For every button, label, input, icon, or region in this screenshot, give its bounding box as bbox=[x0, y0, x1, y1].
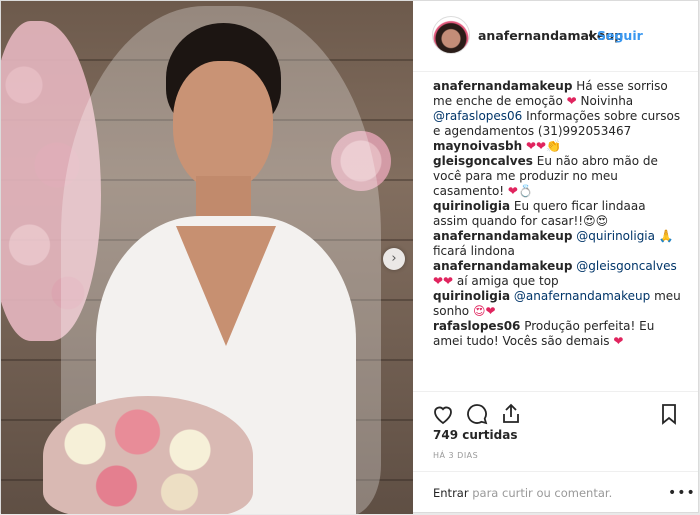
comment-item: maynoivasbh ❤❤👏 bbox=[433, 139, 683, 154]
comment-composer: Entrar para curtir ou comentar. ••• bbox=[413, 471, 698, 515]
separator-dot: • bbox=[587, 28, 595, 43]
login-link[interactable]: Entrar bbox=[433, 486, 469, 500]
comment-text: 👏 bbox=[546, 139, 562, 153]
likes-count[interactable]: 749 curtidas bbox=[433, 428, 517, 442]
comment-item: gleisgoncalves Eu não abro mão de você p… bbox=[433, 154, 683, 199]
more-options-icon[interactable]: ••• bbox=[668, 485, 696, 501]
comment-item: anafernandamakeup @gleisgoncalves ❤❤ aí … bbox=[433, 259, 683, 289]
comment-username[interactable]: rafaslopes06 bbox=[433, 319, 520, 333]
comment-username[interactable]: maynoivasbh bbox=[433, 139, 522, 153]
comment-item: anafernandamakeup @quirinoligia 🙏 ficará… bbox=[433, 229, 683, 259]
composer-prompt: Entrar para curtir ou comentar. bbox=[433, 486, 612, 500]
comment-username[interactable]: anafernandamakeup bbox=[433, 79, 572, 93]
comment-mention[interactable]: @rafaslopes06 bbox=[433, 109, 522, 123]
avatar[interactable] bbox=[432, 16, 470, 54]
comment-username[interactable]: gleisgoncalves bbox=[433, 154, 533, 168]
bookmark-icon[interactable] bbox=[657, 402, 681, 426]
heart-emoji: ❤ bbox=[566, 94, 577, 108]
comment-username[interactable]: anafernandamakeup bbox=[433, 259, 572, 273]
post-photo[interactable]: › bbox=[1, 1, 413, 514]
comment-username[interactable]: quirinoligia bbox=[433, 199, 510, 213]
follow-button[interactable]: Seguir bbox=[597, 28, 643, 43]
comment-text: aí amiga que top bbox=[453, 274, 559, 288]
comment-mention[interactable]: @quirinoligia bbox=[576, 229, 655, 243]
heart-emoji: ❤❤ bbox=[433, 274, 454, 288]
comments-list: anafernandamakeup Há esse sorriso me enc… bbox=[433, 79, 683, 349]
post-timestamp[interactable]: HÁ 3 DIAS bbox=[433, 451, 478, 460]
comment-text: 😍😍 bbox=[583, 214, 609, 228]
comment-mention[interactable]: @gleisgoncalves bbox=[576, 259, 677, 273]
comment-text: 💍 bbox=[517, 184, 533, 198]
comment-item: anafernandamakeup Há esse sorriso me enc… bbox=[433, 79, 683, 139]
instagram-post: › anafernandamakeup • Seguir anafernanda… bbox=[0, 0, 699, 514]
comment-username[interactable]: quirinoligia bbox=[433, 289, 510, 303]
heart-icon[interactable] bbox=[431, 402, 455, 426]
post-header: anafernandamakeup • Seguir bbox=[413, 1, 698, 72]
comment-text: Noivinha bbox=[576, 94, 634, 108]
comment-item: quirinoligia @anafernandamakeup meu sonh… bbox=[433, 289, 683, 319]
comment-item: rafaslopes06 Produção perfeita! Eu amei … bbox=[433, 319, 683, 349]
heart-emoji: 😍❤ bbox=[472, 304, 496, 318]
comment-username[interactable]: anafernandamakeup bbox=[433, 229, 572, 243]
comment-item: quirinoligia Eu quero ficar lindaaa assi… bbox=[433, 199, 683, 229]
next-photo-button[interactable]: › bbox=[383, 248, 405, 270]
heart-emoji: ❤ bbox=[613, 334, 624, 348]
heart-emoji: ❤ bbox=[507, 184, 518, 198]
comment-mention[interactable]: @anafernandamakeup bbox=[514, 289, 650, 303]
bride-face bbox=[173, 61, 273, 191]
composer-placeholder: para curtir ou comentar. bbox=[468, 486, 613, 500]
heart-emoji: ❤❤ bbox=[525, 139, 547, 153]
flower-bouquet bbox=[43, 396, 253, 514]
comment-icon[interactable] bbox=[465, 402, 489, 426]
share-icon[interactable] bbox=[499, 402, 523, 426]
post-sidebar: anafernandamakeup • Seguir anafernandama… bbox=[413, 1, 698, 514]
